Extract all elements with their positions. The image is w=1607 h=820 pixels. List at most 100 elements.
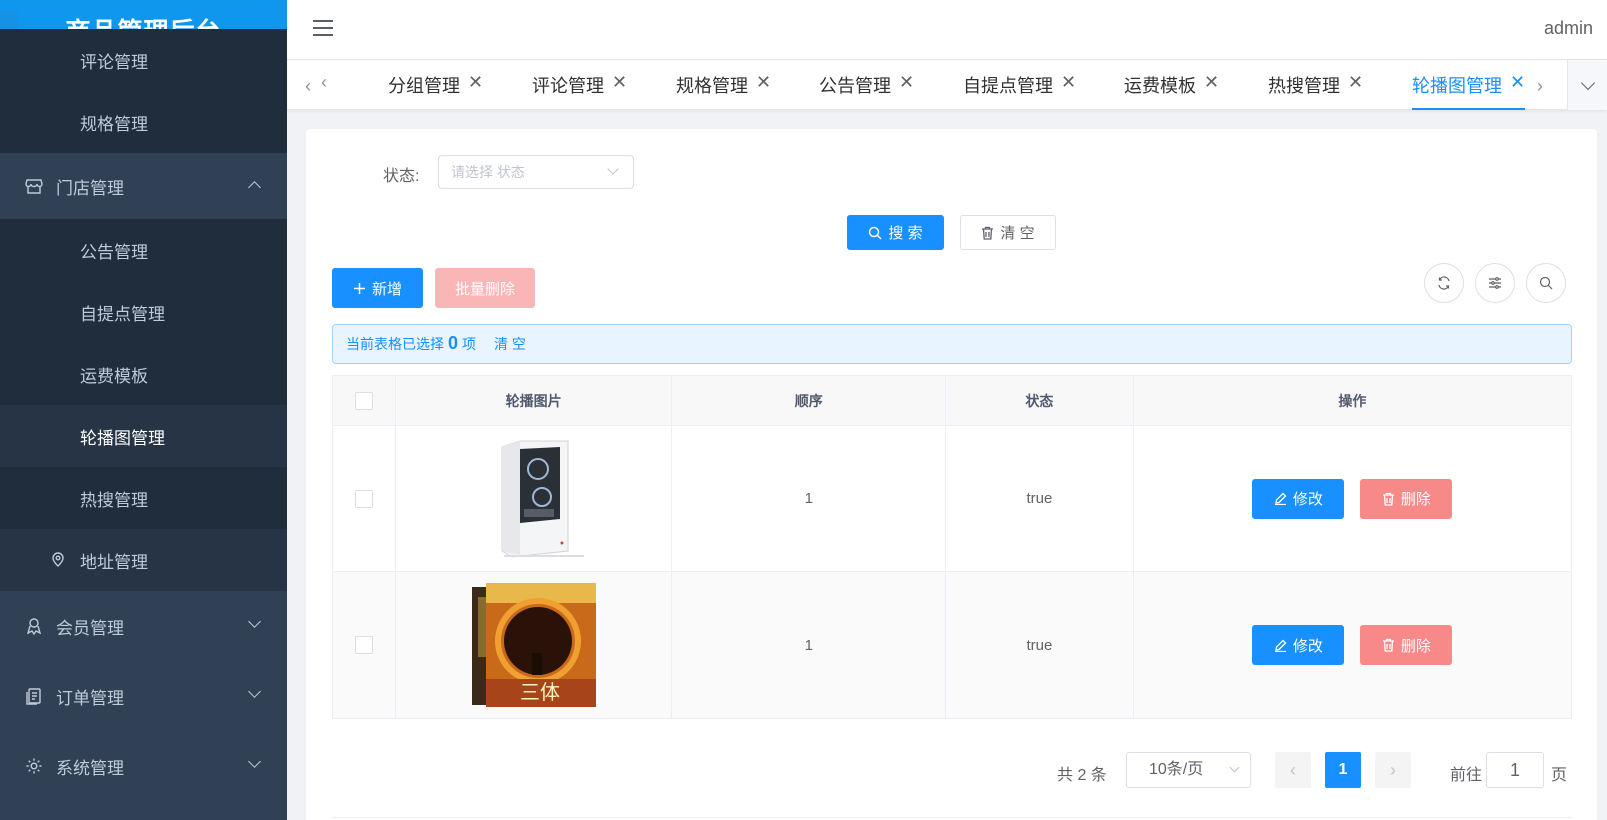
refresh-icon	[1438, 276, 1450, 290]
plus-icon	[353, 282, 365, 294]
row-select-cell	[333, 426, 396, 571]
sidebar-item-address[interactable]: 地址管理	[0, 529, 287, 591]
search-button-label: 搜 索	[888, 225, 923, 242]
search-button[interactable]: 搜 索	[847, 215, 944, 250]
close-icon[interactable]: ✕	[756, 72, 771, 93]
select-all-checkbox[interactable]	[354, 391, 373, 410]
tab-comments[interactable]: 评论管理 ✕	[532, 72, 627, 110]
sidebar-item-label: 地址管理	[80, 552, 148, 572]
tab-specs[interactable]: 规格管理 ✕	[676, 72, 771, 110]
table-row: 1 true 修改 删除	[333, 426, 1571, 572]
header-cell: 状态	[946, 376, 1134, 425]
sidebar-group-order[interactable]: 订单管理	[0, 661, 287, 731]
clear-selection-link[interactable]: 清 空	[494, 334, 526, 354]
column-settings-button[interactable]	[1475, 263, 1515, 303]
sidebar-item-hotsearch[interactable]: 热搜管理	[0, 467, 287, 529]
table-row: 三体 1 true 修改 删除	[333, 572, 1571, 718]
sidebar-item-label: 评论管理	[80, 52, 148, 72]
sidebar-item-freight[interactable]: 运费模板	[0, 343, 287, 405]
image-cell: 三体	[396, 572, 673, 718]
sidebar-item-label: 公告管理	[80, 242, 148, 262]
row-select-cell	[333, 572, 396, 718]
close-icon[interactable]: ✕	[1348, 72, 1363, 93]
store-icon	[24, 176, 44, 196]
menu-toggle-icon[interactable]	[313, 20, 333, 38]
member-icon	[24, 616, 44, 636]
header-cell: 顺序	[672, 376, 947, 425]
toggle-search-button[interactable]	[1526, 263, 1566, 303]
chevron-right-icon[interactable]: ›	[1537, 76, 1543, 97]
close-icon[interactable]: ✕	[899, 72, 914, 93]
chevron-down-icon	[607, 163, 619, 175]
trash-icon	[1382, 492, 1394, 506]
tab-freight[interactable]: 运费模板 ✕	[1124, 72, 1219, 110]
edit-button[interactable]: 修改	[1252, 478, 1345, 519]
sidebar-item-label: 运费模板	[80, 366, 148, 386]
close-icon[interactable]: ✕	[468, 72, 483, 93]
sidebar-item-label: 门店管理	[56, 178, 124, 198]
page-label: 页	[1551, 767, 1568, 784]
sidebar-item-notice[interactable]: 公告管理	[0, 219, 287, 281]
close-icon[interactable]: ✕	[1061, 72, 1076, 93]
user-menu[interactable]: admin	[1544, 18, 1593, 39]
sidebar-item-comments[interactable]: 评论管理	[0, 29, 287, 91]
status-filter-label: 状态:	[383, 168, 420, 185]
tabs-dropdown-button[interactable]	[1567, 60, 1607, 110]
tab-group[interactable]: 分组管理 ✕	[388, 72, 483, 110]
chevron-down-icon	[248, 685, 261, 698]
close-icon[interactable]: ✕	[1204, 72, 1219, 93]
add-button-label: 新增	[371, 280, 402, 298]
sidebar-item-pickup[interactable]: 自提点管理	[0, 281, 287, 343]
image-cell	[396, 426, 673, 571]
next-page-button[interactable]: ›	[1375, 752, 1411, 788]
row-checkbox[interactable]	[354, 636, 373, 654]
add-button[interactable]: 新增	[332, 268, 423, 308]
tab-notice[interactable]: 公告管理 ✕	[819, 72, 914, 110]
search-icon	[869, 226, 882, 240]
tags-view: ‹ ‹ 分组管理 ✕ 评论管理 ✕ 规格管理 ✕ 公告管理 ✕ 自提点管理 ✕ 运费模板 ✕…	[287, 60, 1607, 110]
clear-button[interactable]: 清 空	[960, 215, 1056, 250]
chevron-down-icon	[248, 615, 261, 628]
order-icon	[24, 686, 44, 706]
sidebar-item-label: 订单管理	[56, 688, 124, 708]
edit-icon	[1274, 639, 1287, 652]
close-icon[interactable]: ✕	[1510, 72, 1525, 93]
sidebar-item-carousel[interactable]: 轮播图管理	[0, 405, 287, 467]
chevron-up-icon	[248, 181, 261, 194]
tab-carousel[interactable]: 轮播图管理 ✕	[1412, 72, 1526, 110]
chevron-left-icon[interactable]: ‹	[321, 72, 327, 93]
prev-page-button[interactable]: ‹	[1275, 752, 1311, 788]
trash-icon	[1382, 638, 1394, 652]
sidebar-group-system[interactable]: 系统管理	[0, 731, 287, 801]
status-cell: true	[946, 426, 1134, 571]
edit-button-label: 修改	[1292, 637, 1323, 655]
goto-page-input[interactable]	[1486, 752, 1544, 788]
tab-label: 分组管理	[388, 76, 460, 96]
page-number-button[interactable]: 1	[1325, 752, 1361, 788]
tab-pickup[interactable]: 自提点管理 ✕	[963, 72, 1076, 110]
chevron-down-icon	[1580, 75, 1595, 90]
tab-hotsearch[interactable]: 热搜管理 ✕	[1268, 72, 1363, 110]
sidebar-item-label: 系统管理	[56, 758, 124, 778]
sidebar-group-store[interactable]: 门店管理	[0, 153, 287, 219]
chevron-down-icon	[248, 755, 261, 768]
pagination-total: 共 2 条	[1057, 767, 1107, 784]
status-select-placeholder: 请选择 状态	[451, 164, 525, 180]
sidebar-item-specs[interactable]: 规格管理	[0, 91, 287, 153]
refresh-button[interactable]	[1424, 263, 1464, 303]
page-size-select[interactable]: 10条/页	[1126, 752, 1251, 788]
row-checkbox[interactable]	[354, 489, 373, 508]
delete-button[interactable]: 删除	[1360, 478, 1453, 519]
sidebar-group-member[interactable]: 会员管理	[0, 591, 287, 661]
actions-cell: 修改 删除	[1134, 572, 1571, 718]
delete-button[interactable]: 删除	[1360, 625, 1453, 665]
order-cell: 1	[672, 426, 947, 571]
close-icon[interactable]: ✕	[612, 72, 627, 93]
clear-button-label: 清 空	[1000, 225, 1035, 242]
chevron-left-icon[interactable]: ‹	[305, 76, 311, 97]
sliders-icon	[1489, 277, 1501, 289]
batch-delete-button[interactable]: 批量删除	[435, 268, 535, 308]
edit-button[interactable]: 修改	[1252, 625, 1345, 665]
status-select[interactable]: 请选择 状态	[438, 155, 634, 189]
trash-icon	[982, 226, 994, 240]
